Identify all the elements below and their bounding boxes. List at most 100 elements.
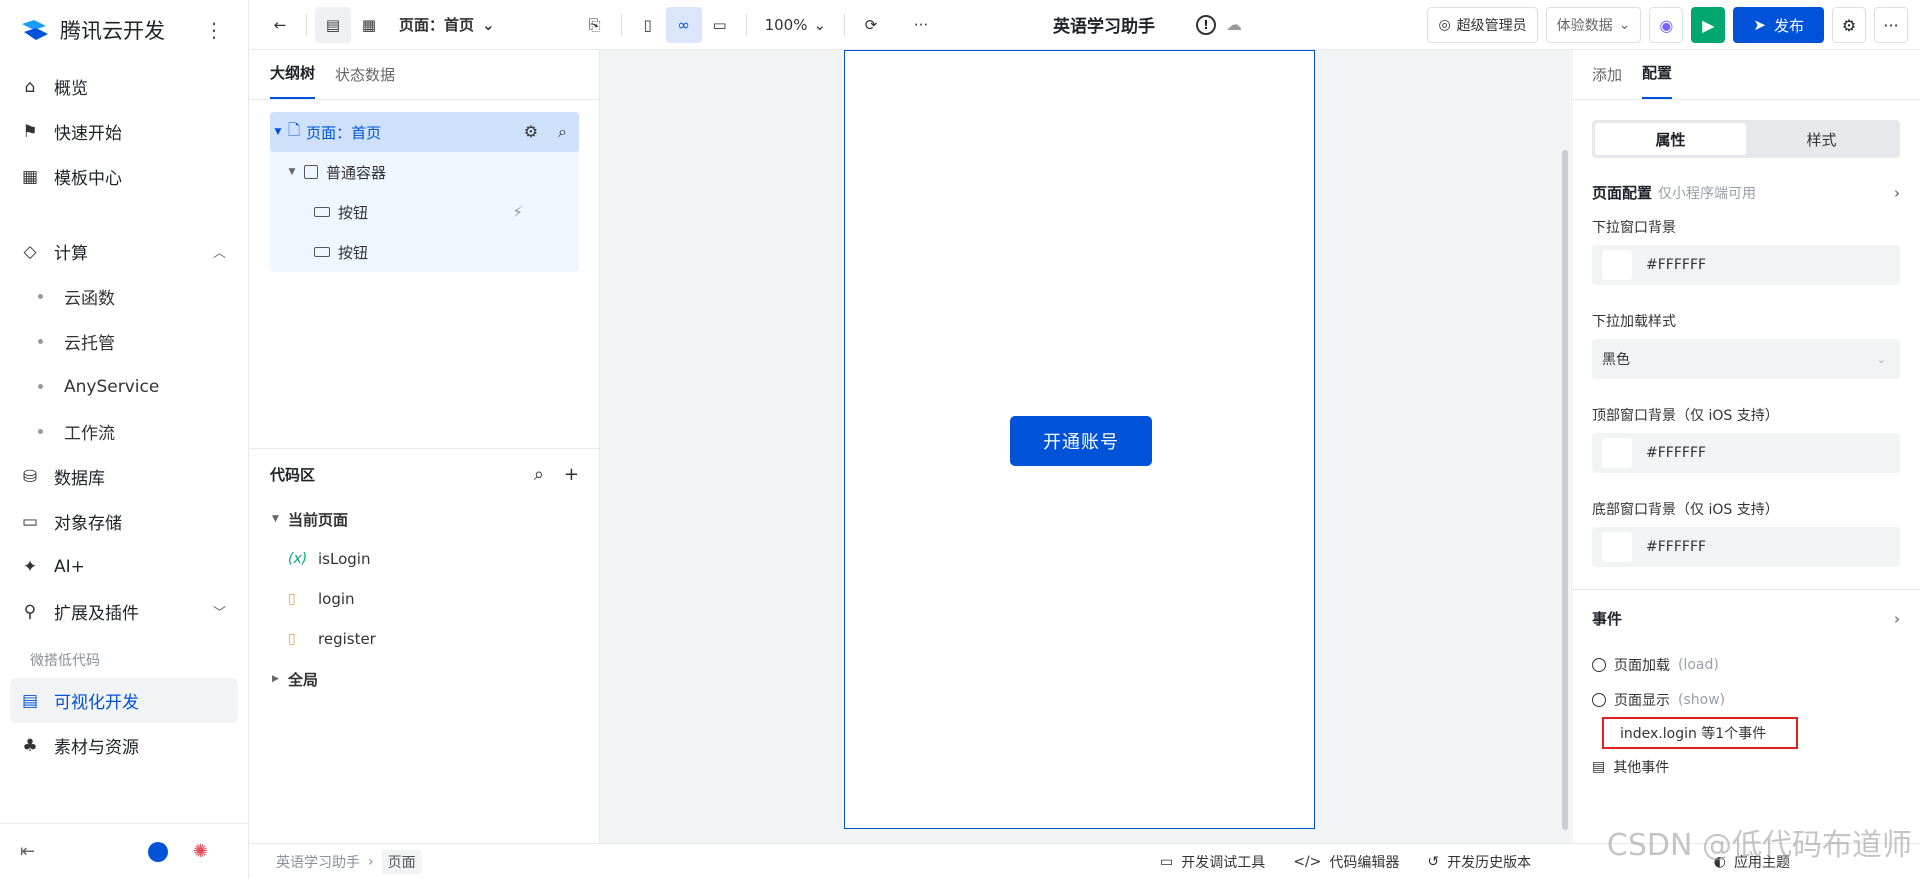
container-icon bbox=[304, 165, 318, 179]
color-swatch[interactable] bbox=[1602, 532, 1632, 562]
events-header[interactable]: 事件 › bbox=[1592, 608, 1900, 629]
info-icon[interactable]: ! bbox=[1196, 14, 1216, 35]
nav-item-cloud-hosting[interactable]: 云托管 bbox=[10, 319, 238, 364]
new-page-icon[interactable]: ⎘ bbox=[577, 7, 613, 43]
publish-button[interactable]: ➤ 发布 bbox=[1733, 7, 1824, 43]
event-binding-highlight[interactable]: index.login 等1个事件 bbox=[1602, 717, 1798, 749]
nav-item-assets[interactable]: ♣ 素材与资源 bbox=[10, 723, 238, 768]
phone-preview[interactable]: 开通账号 bbox=[844, 50, 1315, 829]
zoom-select[interactable]: 100% ⌄ bbox=[755, 7, 836, 43]
nav-item-cloud-function[interactable]: 云函数 bbox=[10, 274, 238, 319]
breadcrumb-page[interactable]: 页面 bbox=[381, 849, 422, 874]
event-page-load[interactable]: 页面加载 (load) bbox=[1592, 647, 1900, 682]
nav-item-overview[interactable]: ⌂ 概览 bbox=[10, 64, 238, 109]
cloud-sync-icon: ☁ bbox=[1226, 15, 1242, 34]
nav-item-compute[interactable]: ◇ 计算 ︿ bbox=[10, 229, 238, 274]
nav-item-storage[interactable]: ▭ 对象存储 bbox=[10, 499, 238, 544]
data-source-select[interactable]: 体验数据 ⌄ bbox=[1545, 7, 1642, 43]
tree-node-container[interactable]: ▼ 普通容器 bbox=[270, 152, 579, 192]
code-group-current-page[interactable]: ▼ 当前页面 bbox=[250, 499, 599, 539]
caret-down-icon[interactable]: ▼ bbox=[284, 167, 300, 177]
color-field-top-bg[interactable]: #FFFFFF bbox=[1592, 433, 1900, 473]
lightning-icon[interactable]: ⚡ bbox=[512, 203, 523, 221]
outline-view-icon[interactable]: ▤ bbox=[315, 6, 351, 43]
app-title: 英语学习助手 bbox=[1053, 17, 1155, 37]
palette-icon: ◐ bbox=[1713, 853, 1726, 870]
tree-node-page[interactable]: ▼ 🗋 页面：首页 ⚙ ⌕ bbox=[270, 112, 579, 152]
chevron-right-icon: › bbox=[368, 853, 374, 870]
color-field-bottom-bg[interactable]: #FFFFFF bbox=[1592, 527, 1900, 567]
miniprogram-view-icon[interactable]: ∞ bbox=[665, 6, 702, 43]
code-editor-button[interactable]: </> 代码编辑器 bbox=[1293, 852, 1399, 872]
code-group-global[interactable]: ▶ 全局 bbox=[250, 659, 599, 699]
tree-node-button[interactable]: 按钮 bbox=[270, 232, 579, 272]
page-config-header[interactable]: 页面配置 仅小程序端可用 › bbox=[1592, 182, 1900, 203]
code-item-method[interactable]: ▯ register bbox=[250, 619, 599, 659]
nav-item-anyservice[interactable]: AnyService bbox=[10, 364, 238, 409]
chevron-down-icon: ⌄ bbox=[813, 15, 827, 34]
page-file-icon: 🗋 bbox=[288, 120, 301, 139]
refresh-icon[interactable]: ⟳ bbox=[853, 7, 889, 43]
ai-assistant-icon[interactable]: ◉ bbox=[1649, 7, 1684, 43]
apply-theme-button[interactable]: ◐ 应用主题 bbox=[1714, 852, 1790, 872]
preview-run-button[interactable]: ▶ bbox=[1691, 7, 1726, 43]
design-canvas: 开通账号 bbox=[600, 50, 1570, 843]
nav-item-templates[interactable]: ▦ 模板中心 bbox=[10, 154, 238, 199]
pulldown-style-select[interactable]: 黑色 ⌄ bbox=[1592, 339, 1900, 379]
code-panel-title: 代码区 bbox=[270, 465, 316, 484]
nav-item-quickstart[interactable]: ⚑ 快速开始 bbox=[10, 109, 238, 154]
search-icon[interactable]: ⌕ bbox=[558, 122, 567, 142]
nav-item-extensions[interactable]: ⚲ 扩展及插件 ﹀ bbox=[10, 589, 238, 634]
admin-role-button[interactable]: ◎ 超级管理员 bbox=[1427, 7, 1538, 43]
terminal-icon: ▭ bbox=[1160, 853, 1174, 870]
tab-add[interactable]: 添加 bbox=[1592, 64, 1622, 99]
plug-icon: ⚲ bbox=[23, 601, 37, 622]
settings-icon[interactable]: ⚙ bbox=[524, 122, 538, 142]
code-item-variable[interactable]: (x) isLogin bbox=[250, 539, 599, 579]
js-file-icon: ▯ bbox=[288, 631, 296, 647]
nav-item-ai[interactable]: ✦ AI+ bbox=[10, 544, 238, 589]
js-file-icon: ▯ bbox=[288, 591, 296, 607]
canvas-scrollbar[interactable] bbox=[1562, 150, 1568, 830]
tab-state-data[interactable]: 状态数据 bbox=[335, 64, 395, 99]
page-selector[interactable]: 页面：首页 ⌄ bbox=[387, 7, 507, 43]
mobile-view-icon[interactable]: ▯ bbox=[630, 7, 666, 43]
tab-config[interactable]: 配置 bbox=[1642, 62, 1673, 99]
settings-icon[interactable]: ⚙ bbox=[1832, 7, 1866, 43]
search-icon[interactable]: ⌕ bbox=[534, 464, 544, 485]
more-menu-icon[interactable]: ··· bbox=[1874, 7, 1908, 43]
config-panel: 添加 配置 属性 样式 页面配置 仅小程序端可用 › 下拉窗口背景 #FFFFF… bbox=[1571, 50, 1920, 843]
collapse-sidebar-icon[interactable]: ⇤ bbox=[20, 841, 35, 862]
breadcrumb-app[interactable]: 英语学习助手 bbox=[276, 852, 360, 872]
nav-item-database[interactable]: ⛁ 数据库 bbox=[10, 454, 238, 499]
color-field-pulldown-bg[interactable]: #FFFFFF bbox=[1592, 245, 1900, 285]
calendar-icon: ▤ bbox=[1592, 758, 1606, 775]
segment-style[interactable]: 样式 bbox=[1746, 123, 1897, 155]
layout-view-icon[interactable]: ▦ bbox=[351, 7, 387, 43]
left-nav: 腾讯云开发 ⋮ ⌂ 概览 ⚑ 快速开始 ▦ 模板中心 ◇ 计算 ︿ 云函数 云托管 Any… bbox=[0, 0, 249, 879]
back-arrow-icon[interactable]: ← bbox=[262, 7, 298, 43]
more-horizontal-icon[interactable]: ··· bbox=[903, 7, 939, 43]
open-account-button[interactable]: 开通账号 bbox=[1010, 416, 1152, 466]
debug-tools-button[interactable]: ▭ 开发调试工具 bbox=[1160, 852, 1265, 872]
nav-item-visual-dev[interactable]: ▤ 可视化开发 bbox=[10, 678, 238, 723]
other-events[interactable]: ▤ 其他事件 bbox=[1592, 749, 1900, 784]
event-page-show[interactable]: 页面显示 (show) bbox=[1592, 682, 1900, 717]
add-icon[interactable]: + bbox=[564, 464, 579, 485]
color-swatch[interactable] bbox=[1602, 250, 1632, 280]
field-label: 下拉窗口背景 bbox=[1592, 220, 1676, 236]
theme-swirl-icon[interactable]: ✺ bbox=[193, 841, 208, 862]
component-tree: ▼ 🗋 页面：首页 ⚙ ⌕ ▼ 普通容器 按钮 ⚡ 按钮 bbox=[270, 112, 579, 272]
color-swatch[interactable] bbox=[1602, 438, 1632, 468]
history-button[interactable]: ↺ 开发历史版本 bbox=[1427, 852, 1531, 872]
segment-properties[interactable]: 属性 bbox=[1595, 123, 1746, 155]
desktop-view-icon[interactable]: ▭ bbox=[702, 7, 738, 43]
nav-item-workflow[interactable]: 工作流 bbox=[10, 409, 238, 454]
more-vertical-icon[interactable]: ⋮ bbox=[204, 18, 224, 42]
caret-down-icon[interactable]: ▼ bbox=[270, 127, 286, 137]
tree-node-button[interactable]: 按钮 ⚡ bbox=[270, 192, 579, 232]
user-avatar-icon[interactable] bbox=[148, 841, 168, 862]
code-item-method[interactable]: ▯ login bbox=[250, 579, 599, 619]
tab-outline-tree[interactable]: 大纲树 bbox=[270, 62, 316, 99]
layout-icon: ▤ bbox=[21, 690, 39, 711]
